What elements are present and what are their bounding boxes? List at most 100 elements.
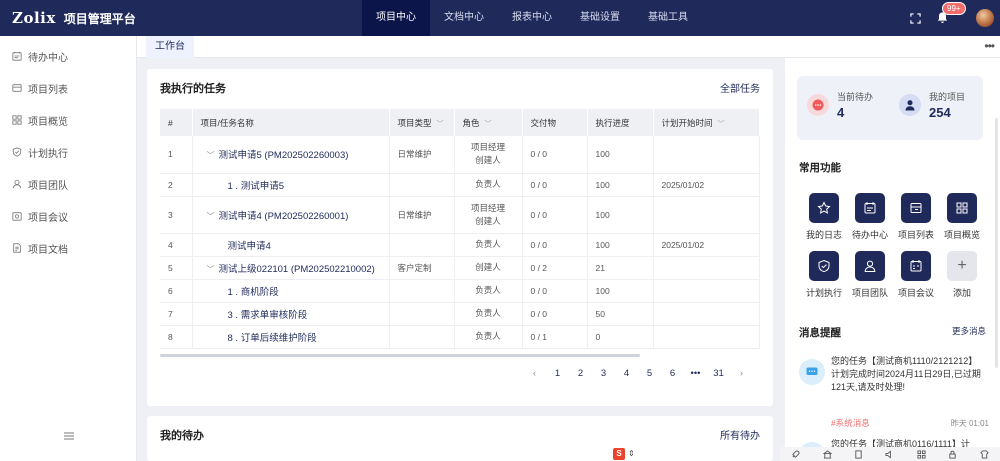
sidebar-item-project-docs[interactable]: 项目文档 bbox=[0, 232, 136, 264]
row-type: 日常维护 bbox=[389, 196, 455, 234]
func-my-log[interactable]: 我的日志 bbox=[800, 193, 848, 241]
page-6[interactable]: 6 bbox=[661, 368, 684, 379]
expand-chevron-icon[interactable]: ﹀ bbox=[207, 264, 215, 275]
row-start-date bbox=[653, 279, 760, 303]
row-name[interactable]: 1 . 测试申请5 bbox=[192, 173, 390, 197]
expand-chevron-icon[interactable]: ﹀ bbox=[207, 150, 215, 161]
col-role[interactable]: 角色 ﹀ bbox=[454, 109, 523, 136]
tab-more-icon[interactable]: ••• bbox=[984, 39, 995, 53]
func-project-meeting[interactable]: 项目会议 bbox=[892, 251, 940, 299]
next-page-icon[interactable]: › bbox=[730, 368, 753, 379]
func-label: 待办中心 bbox=[851, 230, 888, 240]
task-name: 3 . 需求单审核阶段 bbox=[227, 309, 308, 321]
row-index: 8 bbox=[160, 325, 193, 349]
row-role: 负责人 bbox=[454, 233, 523, 257]
todo-icon bbox=[855, 193, 885, 223]
page-5[interactable]: 5 bbox=[638, 368, 661, 379]
nav-basic-tools[interactable]: 基础工具 bbox=[634, 0, 702, 36]
role-line: 负责人 bbox=[475, 239, 501, 249]
more-messages-link[interactable]: 更多消息 bbox=[952, 325, 986, 337]
col-start-date[interactable]: 计划开始时间 ﹀ bbox=[653, 109, 760, 136]
row-name[interactable]: 3 . 需求单审核阶段 bbox=[192, 302, 390, 326]
grid-icon[interactable] bbox=[917, 449, 926, 459]
row-start-date bbox=[653, 256, 760, 280]
row-name[interactable]: 测试申请4 bbox=[192, 233, 390, 257]
table-row[interactable]: 3 ﹀ 测试申请4 (PM202502260001) 日常维护 项目经理 创建人 0 / 0… bbox=[160, 196, 760, 234]
role-line: 负责人 bbox=[475, 308, 501, 318]
sidebar-item-plan-execution[interactable]: 计划执行 bbox=[0, 136, 136, 168]
row-name[interactable]: 8 . 订单后续维护阶段 bbox=[192, 325, 390, 349]
func-project-team[interactable]: 项目团队 bbox=[846, 251, 894, 299]
table-row[interactable]: 5 ﹀ 测试上级022101 (PM202502210002) 客户定制 创建人 0 / … bbox=[160, 256, 760, 280]
shield-icon bbox=[809, 251, 839, 281]
sidebar-item-project-list[interactable]: 项目列表 bbox=[0, 72, 136, 104]
fullscreen-icon[interactable] bbox=[908, 11, 922, 25]
nav-document-center[interactable]: 文档中心 bbox=[430, 0, 498, 36]
row-name[interactable]: ﹀ 测试上级022101 (PM202502210002) bbox=[192, 256, 390, 280]
tab-workbench[interactable]: 工作台 bbox=[146, 36, 194, 58]
row-progress: 50 bbox=[587, 302, 654, 326]
func-project-list[interactable]: 项目列表 bbox=[892, 193, 940, 241]
table-horizontal-scrollbar[interactable] bbox=[160, 354, 774, 357]
prev-page-icon[interactable]: ‹ bbox=[523, 368, 546, 379]
right-panel-scrollbar[interactable] bbox=[995, 118, 998, 368]
task-name: 测试上级022101 (PM202502210002) bbox=[218, 263, 375, 275]
input-method-indicator[interactable]: S ⇕ bbox=[613, 446, 639, 461]
user-avatar[interactable] bbox=[976, 9, 994, 27]
table-row[interactable]: 4 测试申请4 负责人 0 / 0 100 2025/01/02 bbox=[160, 233, 760, 257]
sidebar-item-todo-center[interactable]: 待办中心 bbox=[0, 40, 136, 72]
page-ellipsis[interactable]: ••• bbox=[684, 368, 707, 379]
stat-pending[interactable]: 当前待办 4 bbox=[807, 90, 873, 120]
meeting-icon bbox=[12, 212, 22, 221]
sidebar-item-project-overview[interactable]: 项目概览 bbox=[0, 104, 136, 136]
nav-basic-settings[interactable]: 基础设置 bbox=[566, 0, 634, 36]
table-row[interactable]: 6 1 . 商机阶段 负责人 0 / 0 100 bbox=[160, 279, 760, 303]
row-progress: 100 bbox=[587, 279, 654, 303]
row-name[interactable]: ﹀ 测试申请4 (PM202502260001) bbox=[192, 196, 390, 234]
stat-projects[interactable]: 我的项目 254 bbox=[899, 90, 965, 120]
grid-icon bbox=[12, 115, 22, 125]
col-progress: 执行进度 bbox=[587, 109, 654, 136]
func-add[interactable]: + 添加 bbox=[938, 251, 986, 299]
row-role: 创建人 bbox=[454, 256, 523, 280]
page-31[interactable]: 31 bbox=[707, 368, 730, 379]
book-icon[interactable] bbox=[854, 449, 863, 459]
message-item[interactable]: 您的任务【测试商机1110/2121212】计划完成时间2024月11日29日,… bbox=[799, 355, 989, 435]
building-icon[interactable] bbox=[822, 449, 832, 459]
row-type bbox=[389, 325, 455, 349]
lock-icon[interactable] bbox=[948, 450, 957, 459]
col-name: 项目/任务名称 bbox=[192, 109, 390, 136]
table-row[interactable]: 1 ﹀ 测试申请5 (PM202502260003) 日常维护 项目经理 创建人 0 / 0… bbox=[160, 136, 760, 174]
page-3[interactable]: 3 bbox=[592, 368, 615, 379]
row-name[interactable]: 1 . 商机阶段 bbox=[192, 279, 390, 303]
row-progress: 0 bbox=[587, 325, 654, 349]
table-row[interactable]: 2 1 . 测试申请5 负责人 0 / 0 100 2025/01/02 bbox=[160, 173, 760, 197]
rocket-icon[interactable] bbox=[791, 449, 800, 459]
sidebar-collapse-icon[interactable] bbox=[64, 432, 74, 443]
page-1[interactable]: 1 bbox=[546, 368, 569, 379]
row-name[interactable]: ﹀ 测试申请5 (PM202502260003) bbox=[192, 136, 390, 174]
table-row[interactable]: 8 8 . 订单后续维护阶段 负责人 0 / 10 bbox=[160, 325, 760, 349]
page-4[interactable]: 4 bbox=[615, 368, 638, 379]
row-progress: 100 bbox=[587, 196, 654, 234]
table-row[interactable]: 7 3 . 需求单审核阶段 负责人 0 / 0 50 bbox=[160, 302, 760, 326]
sidebar-item-project-team[interactable]: 项目团队 bbox=[0, 168, 136, 200]
shirt-icon[interactable] bbox=[979, 449, 989, 459]
expand-chevron-icon[interactable]: ﹀ bbox=[207, 211, 215, 222]
all-tasks-link[interactable]: 全部任务 bbox=[720, 80, 760, 95]
func-todo-center[interactable]: 待办中心 bbox=[846, 193, 894, 241]
speaker-icon[interactable] bbox=[885, 449, 894, 459]
nav-report-center[interactable]: 报表中心 bbox=[498, 0, 566, 36]
nav-project-center[interactable]: 项目中心 bbox=[362, 0, 430, 36]
func-project-overview[interactable]: 项目概览 bbox=[938, 193, 986, 241]
all-todo-link[interactable]: 所有待办 bbox=[720, 427, 760, 442]
func-plan-execution[interactable]: 计划执行 bbox=[800, 251, 848, 299]
sidebar-item-project-meeting[interactable]: 项目会议 bbox=[0, 200, 136, 232]
page-2[interactable]: 2 bbox=[569, 368, 592, 379]
row-type bbox=[389, 302, 455, 326]
stats-box: 当前待办 4 我的项目 254 bbox=[797, 76, 983, 140]
col-type[interactable]: 项目类型 ﹀ bbox=[389, 109, 455, 136]
notification-bell-icon[interactable]: 99+ bbox=[936, 2, 966, 25]
todo-icon bbox=[12, 51, 22, 61]
my-tasks-card: 我执行的任务 全部任务 # 项目/任务名称 项目类型 ﹀ 角色 ﹀ 交付物 执行进度… bbox=[147, 69, 773, 406]
